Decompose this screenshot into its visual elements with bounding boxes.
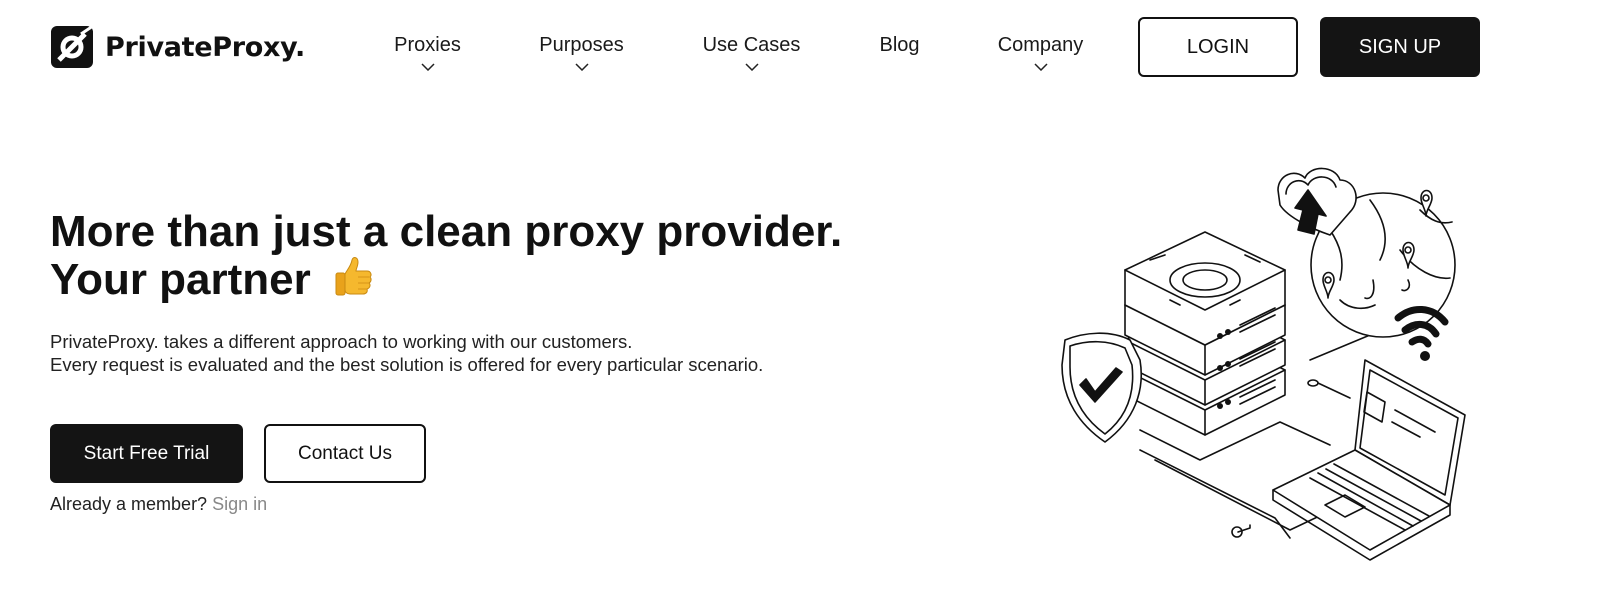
chevron-down-icon (1033, 63, 1048, 71)
thumbs-up-icon (335, 257, 372, 296)
hero-description: PrivateProxy. takes a different approach… (50, 330, 763, 376)
logo-mark-icon (51, 26, 93, 68)
chevron-down-icon (574, 63, 589, 71)
nav-company[interactable]: Company (996, 34, 1085, 71)
nav-proxies[interactable]: Proxies (393, 34, 462, 71)
nav-label: Company (997, 34, 1084, 56)
nav-blog[interactable]: Blog (879, 34, 920, 57)
nav-purposes[interactable]: Purposes (538, 34, 625, 71)
member-prompt: Already a member? Sign in (50, 494, 267, 515)
member-text: Already a member? (50, 494, 208, 514)
sign-in-link[interactable]: Sign in (212, 494, 267, 514)
chevron-down-icon (744, 63, 759, 71)
start-free-trial-button[interactable]: Start Free Trial (50, 424, 243, 483)
nav-label: Blog (879, 34, 920, 56)
nav-label: Purposes (539, 34, 624, 56)
hero-title-line2-text: Your partner (50, 255, 311, 304)
hero-title: More than just a clean proxy provider. Y… (50, 208, 842, 304)
server-network-illustration (1061, 167, 1466, 561)
contact-us-button[interactable]: Contact Us (264, 424, 426, 483)
nav-use-cases[interactable]: Use Cases (701, 34, 802, 71)
login-button[interactable]: LOGIN (1138, 17, 1298, 77)
nav-label: Proxies (394, 34, 461, 56)
signup-button[interactable]: SIGN UP (1320, 17, 1480, 77)
hero-title-line2: Your partner (50, 256, 842, 304)
hero-desc-line2: Every request is evaluated and the best … (50, 354, 764, 375)
logo[interactable]: PrivateProxy. (51, 26, 305, 68)
hero-title-line1: More than just a clean proxy provider. (50, 207, 843, 256)
nav-label: Use Cases (702, 34, 801, 56)
hero-desc-line1: PrivateProxy. takes a different approach… (50, 331, 633, 352)
chevron-down-icon (420, 63, 435, 71)
logo-text: PrivateProxy. (105, 31, 305, 63)
